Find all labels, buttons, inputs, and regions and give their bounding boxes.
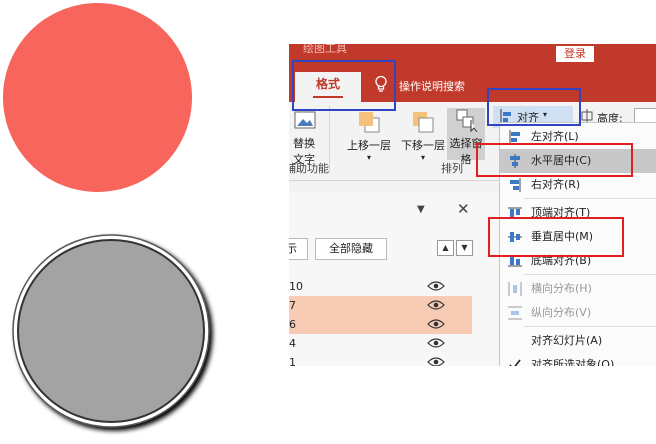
selection-pane: ▼ ✕ 显示 全部隐藏 ▲ ▼ 10 7 6 4 1 (289, 192, 499, 366)
list-item-name: 7 (289, 299, 296, 312)
send-backward-label: 下移一层 (401, 139, 445, 152)
list-item[interactable]: 6 (289, 315, 472, 334)
bring-forward-icon (359, 112, 380, 133)
menu-item-label: 横向分布(H) (531, 282, 592, 295)
list-item[interactable]: 7 (289, 296, 472, 315)
chevron-down-icon: ▾ (366, 153, 371, 162)
hide-all-button[interactable]: 全部隐藏 (315, 238, 387, 260)
menu-item-label: 对齐所选对象(O) (531, 358, 615, 366)
list-item[interactable]: 1 (289, 353, 472, 366)
visibility-eye-icon[interactable] (427, 299, 445, 311)
tell-me-search[interactable]: 操作说明搜索 (399, 78, 465, 94)
annotation-box-center-horizontal (476, 143, 633, 177)
move-down-icon[interactable]: ▼ (456, 240, 473, 256)
align-left-icon (509, 130, 520, 144)
gray-circle-shape[interactable] (10, 232, 220, 438)
alt-text-label-1: 替换 (293, 137, 315, 150)
list-item[interactable]: 4 (289, 334, 472, 353)
send-backward-icon (413, 112, 434, 133)
visibility-eye-icon[interactable] (427, 356, 445, 366)
alt-text-button[interactable]: 替换 文字 (289, 110, 319, 167)
alt-text-icon (294, 111, 316, 129)
list-item-name: 6 (289, 318, 296, 331)
chevron-down-icon[interactable]: ▼ (417, 204, 425, 215)
visibility-eye-icon[interactable] (427, 280, 445, 292)
distribute-horizontal-icon (508, 282, 522, 296)
annotation-box-align-button (487, 88, 581, 126)
group-label-arrange: 排列 (441, 162, 463, 175)
move-up-icon[interactable]: ▲ (437, 240, 454, 256)
selection-pane-icon (456, 109, 478, 133)
list-item-name: 10 (289, 280, 303, 293)
visibility-eye-icon[interactable] (427, 337, 445, 349)
list-item-name: 1 (289, 356, 296, 366)
height-icon (581, 109, 593, 123)
show-all-label: 显示 (289, 242, 297, 255)
align-right-icon (510, 178, 521, 192)
menu-item-checkmark[interactable]: 对齐所选对象(O) (500, 353, 656, 366)
list-item-name: 4 (289, 337, 296, 350)
annotation-box-format-tab (292, 60, 396, 111)
close-icon[interactable]: ✕ (457, 200, 470, 218)
visibility-eye-icon[interactable] (427, 318, 445, 330)
annotation-box-center-vertical (488, 217, 624, 257)
show-all-button[interactable]: 显示 (289, 238, 308, 260)
window-title: 绘图工具 (303, 44, 347, 55)
login-button[interactable]: 登录 (556, 46, 594, 62)
group-label-accessibility: 辅助功能 (289, 162, 329, 175)
distribute-vertical-icon (508, 306, 522, 320)
menu-item-distribute-horizontal: 横向分布(H) (500, 277, 656, 301)
checkmark-icon (509, 359, 521, 366)
send-backward-button[interactable]: 下移一层 ▾ (395, 110, 451, 162)
list-item[interactable]: 10 (289, 277, 472, 296)
menu-item-label: 对齐幻灯片(A) (531, 334, 603, 347)
menu-item-distribute-vertical: 纵向分布(V) (500, 301, 656, 325)
menu-separator (524, 198, 656, 199)
menu-separator (524, 326, 656, 327)
bring-forward-button[interactable]: 上移一层 ▾ (341, 110, 397, 162)
group-separator (329, 106, 330, 172)
menu-separator (524, 274, 656, 275)
menu-item-align-to-slide[interactable]: 对齐幻灯片(A) (500, 329, 656, 353)
menu-item-label: 纵向分布(V) (531, 306, 592, 319)
bring-forward-label: 上移一层 (347, 139, 391, 152)
red-circle-shape[interactable] (3, 3, 192, 192)
